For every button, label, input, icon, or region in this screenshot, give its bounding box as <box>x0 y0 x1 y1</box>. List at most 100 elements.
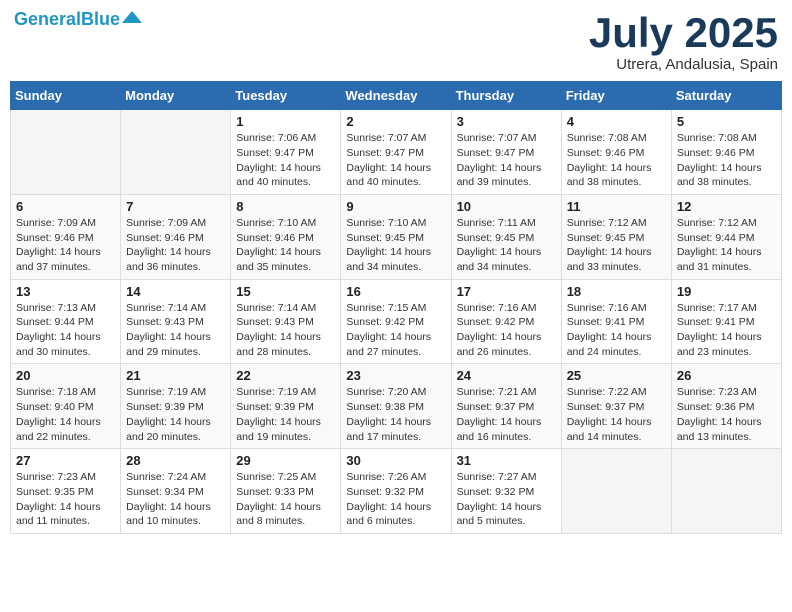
page-header: GeneralBlue July 2025 Utrera, Andalusia,… <box>10 10 782 73</box>
calendar-cell: 5 Sunrise: 7:08 AMSunset: 9:46 PMDaylight… <box>671 110 781 195</box>
day-number: 10 <box>457 199 556 214</box>
calendar-cell: 15 Sunrise: 7:14 AMSunset: 9:43 PMDayligh… <box>231 279 341 364</box>
cell-details: Sunrise: 7:08 AMSunset: 9:46 PMDaylight:… <box>677 131 776 190</box>
day-number: 1 <box>236 114 335 129</box>
calendar-cell <box>11 110 121 195</box>
calendar-cell: 8Sunrise: 7:10 AMSunset: 9:46 PMDaylight… <box>231 194 341 279</box>
day-number: 16 <box>346 284 445 299</box>
calendar-cell <box>671 449 781 534</box>
day-number: 25 <box>567 368 666 383</box>
day-number: 31 <box>457 453 556 468</box>
day-number: 19 <box>677 284 776 299</box>
calendar-cell: 16Sunrise: 7:15 AMSunset: 9:42 PMDayligh… <box>341 279 451 364</box>
day-number: 9 <box>346 199 445 214</box>
calendar-cell: 2 Sunrise: 7:07 AMSunset: 9:47 PMDaylight… <box>341 110 451 195</box>
day-number: 20 <box>16 368 115 383</box>
calendar-cell: 27Sunrise: 7:23 AMSunset: 9:35 PMDayligh… <box>11 449 121 534</box>
month-title: July 2025 <box>589 10 778 56</box>
weekday-header: Thursday <box>451 82 561 110</box>
day-number: 27 <box>16 453 115 468</box>
cell-details: Sunrise: 7:17 AMSunset: 9:41 PMDaylight:… <box>677 301 776 360</box>
calendar-cell: 30Sunrise: 7:26 AMSunset: 9:32 PMDayligh… <box>341 449 451 534</box>
calendar-cell: 29 Sunrise: 7:25 AMSunset: 9:33 PMDayligh… <box>231 449 341 534</box>
cell-details: Sunrise: 7:08 AMSunset: 9:46 PMDaylight:… <box>567 131 666 190</box>
calendar-cell: 22 Sunrise: 7:19 AMSunset: 9:39 PMDayligh… <box>231 364 341 449</box>
calendar-cell: 18 Sunrise: 7:16 AMSunset: 9:41 PMDayligh… <box>561 279 671 364</box>
day-number: 3 <box>457 114 556 129</box>
calendar-cell: 12Sunrise: 7:12 AMSunset: 9:44 PMDayligh… <box>671 194 781 279</box>
cell-details: Sunrise: 7:16 AMSunset: 9:42 PMDaylight:… <box>457 301 556 360</box>
day-number: 17 <box>457 284 556 299</box>
calendar-cell: 11 Sunrise: 7:12 AMSunset: 9:45 PMDayligh… <box>561 194 671 279</box>
calendar-cell: 1 Sunrise: 7:06 AMSunset: 9:47 PMDaylight… <box>231 110 341 195</box>
day-number: 5 <box>677 114 776 129</box>
title-block: July 2025 Utrera, Andalusia, Spain <box>589 10 778 73</box>
calendar-week-row: 1 Sunrise: 7:06 AMSunset: 9:47 PMDaylight… <box>11 110 782 195</box>
cell-details: Sunrise: 7:24 AMSunset: 9:34 PMDaylight:… <box>126 470 225 529</box>
calendar-cell: 25Sunrise: 7:22 AMSunset: 9:37 PMDayligh… <box>561 364 671 449</box>
cell-details: Sunrise: 7:23 AMSunset: 9:36 PMDaylight:… <box>677 385 776 444</box>
cell-details: Sunrise: 7:11 AMSunset: 9:45 PMDaylight:… <box>457 216 556 275</box>
cell-details: Sunrise: 7:25 AMSunset: 9:33 PMDaylight:… <box>236 470 335 529</box>
calendar-cell: 23 Sunrise: 7:20 AMSunset: 9:38 PMDayligh… <box>341 364 451 449</box>
calendar-cell: 24 Sunrise: 7:21 AMSunset: 9:37 PMDayligh… <box>451 364 561 449</box>
day-number: 14 <box>126 284 225 299</box>
calendar-cell <box>121 110 231 195</box>
calendar-cell: 9 Sunrise: 7:10 AMSunset: 9:45 PMDaylight… <box>341 194 451 279</box>
cell-details: Sunrise: 7:12 AMSunset: 9:44 PMDaylight:… <box>677 216 776 275</box>
cell-details: Sunrise: 7:12 AMSunset: 9:45 PMDaylight:… <box>567 216 666 275</box>
day-number: 18 <box>567 284 666 299</box>
day-number: 6 <box>16 199 115 214</box>
day-number: 15 <box>236 284 335 299</box>
cell-details: Sunrise: 7:19 AMSunset: 9:39 PMDaylight:… <box>236 385 335 444</box>
cell-details: Sunrise: 7:16 AMSunset: 9:41 PMDaylight:… <box>567 301 666 360</box>
day-number: 30 <box>346 453 445 468</box>
day-number: 24 <box>457 368 556 383</box>
cell-details: Sunrise: 7:10 AMSunset: 9:45 PMDaylight:… <box>346 216 445 275</box>
cell-details: Sunrise: 7:06 AMSunset: 9:47 PMDaylight:… <box>236 131 335 190</box>
calendar-week-row: 20 Sunrise: 7:18 AMSunset: 9:40 PMDayligh… <box>11 364 782 449</box>
calendar-cell: 21Sunrise: 7:19 AMSunset: 9:39 PMDayligh… <box>121 364 231 449</box>
calendar-cell: 28 Sunrise: 7:24 AMSunset: 9:34 PMDayligh… <box>121 449 231 534</box>
cell-details: Sunrise: 7:21 AMSunset: 9:37 PMDaylight:… <box>457 385 556 444</box>
calendar-cell: 14Sunrise: 7:14 AMSunset: 9:43 PMDayligh… <box>121 279 231 364</box>
day-number: 28 <box>126 453 225 468</box>
weekday-header: Monday <box>121 82 231 110</box>
cell-details: Sunrise: 7:07 AMSunset: 9:47 PMDaylight:… <box>457 131 556 190</box>
day-number: 7 <box>126 199 225 214</box>
weekday-header: Tuesday <box>231 82 341 110</box>
calendar-cell <box>561 449 671 534</box>
calendar-cell: 10 Sunrise: 7:11 AMSunset: 9:45 PMDayligh… <box>451 194 561 279</box>
calendar-cell: 6 Sunrise: 7:09 AMSunset: 9:46 PMDaylight… <box>11 194 121 279</box>
day-number: 26 <box>677 368 776 383</box>
weekday-header: Saturday <box>671 82 781 110</box>
day-number: 2 <box>346 114 445 129</box>
cell-details: Sunrise: 7:07 AMSunset: 9:47 PMDaylight:… <box>346 131 445 190</box>
day-number: 22 <box>236 368 335 383</box>
cell-details: Sunrise: 7:13 AMSunset: 9:44 PMDaylight:… <box>16 301 115 360</box>
cell-details: Sunrise: 7:27 AMSunset: 9:32 PMDaylight:… <box>457 470 556 529</box>
cell-details: Sunrise: 7:09 AMSunset: 9:46 PMDaylight:… <box>16 216 115 275</box>
calendar-cell: 20 Sunrise: 7:18 AMSunset: 9:40 PMDayligh… <box>11 364 121 449</box>
logo: GeneralBlue <box>14 10 142 28</box>
day-number: 13 <box>16 284 115 299</box>
calendar-cell: 31 Sunrise: 7:27 AMSunset: 9:32 PMDayligh… <box>451 449 561 534</box>
cell-details: Sunrise: 7:09 AMSunset: 9:46 PMDaylight:… <box>126 216 225 275</box>
logo-icon <box>122 11 142 23</box>
cell-details: Sunrise: 7:19 AMSunset: 9:39 PMDaylight:… <box>126 385 225 444</box>
logo-text: GeneralBlue <box>14 10 120 28</box>
calendar-cell: 26 Sunrise: 7:23 AMSunset: 9:36 PMDayligh… <box>671 364 781 449</box>
calendar-cell: 13 Sunrise: 7:13 AMSunset: 9:44 PMDayligh… <box>11 279 121 364</box>
cell-details: Sunrise: 7:18 AMSunset: 9:40 PMDaylight:… <box>16 385 115 444</box>
calendar-week-row: 27Sunrise: 7:23 AMSunset: 9:35 PMDayligh… <box>11 449 782 534</box>
calendar-cell: 7 Sunrise: 7:09 AMSunset: 9:46 PMDaylight… <box>121 194 231 279</box>
day-number: 29 <box>236 453 335 468</box>
weekday-header: Sunday <box>11 82 121 110</box>
cell-details: Sunrise: 7:14 AMSunset: 9:43 PMDaylight:… <box>236 301 335 360</box>
location: Utrera, Andalusia, Spain <box>589 56 778 73</box>
cell-details: Sunrise: 7:20 AMSunset: 9:38 PMDaylight:… <box>346 385 445 444</box>
calendar-cell: 3 Sunrise: 7:07 AMSunset: 9:47 PMDaylight… <box>451 110 561 195</box>
calendar-table: SundayMondayTuesdayWednesdayThursdayFrid… <box>10 81 782 534</box>
day-number: 23 <box>346 368 445 383</box>
day-number: 11 <box>567 199 666 214</box>
